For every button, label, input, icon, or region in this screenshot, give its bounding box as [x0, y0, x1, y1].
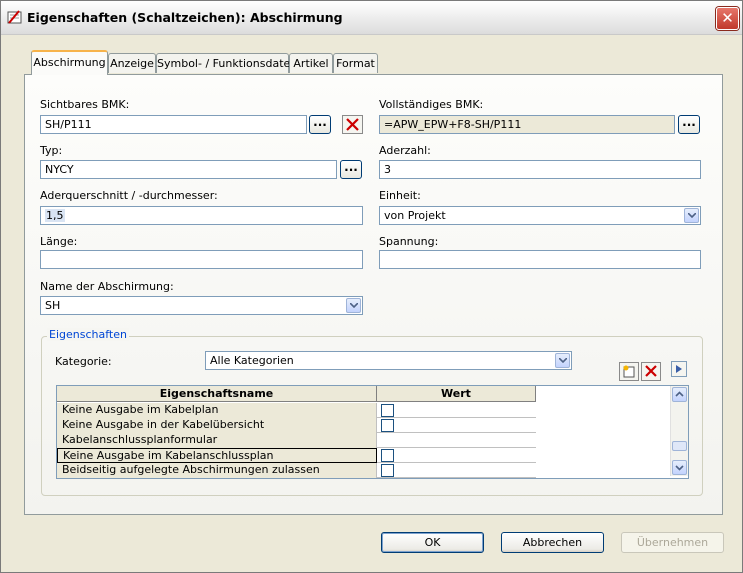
name-abschirmung-label: Name der Abschirmung: — [40, 280, 174, 293]
kategorie-value: Alle Kategorien — [210, 354, 294, 367]
chevron-down-icon[interactable] — [684, 208, 699, 223]
name-abschirmung-dropdown[interactable]: SH — [40, 296, 363, 315]
property-checkbox[interactable] — [381, 419, 394, 432]
laenge-label: Länge: — [40, 235, 78, 248]
window-title: Eigenschaften (Schaltzeichen): Abschirmu… — [27, 10, 343, 25]
aderzahl-label: Aderzahl: — [379, 144, 431, 157]
spannung-label: Spannung: — [379, 235, 439, 248]
delete-icon — [645, 365, 657, 377]
aderquerschnitt-value: 1,5 — [45, 209, 65, 222]
sichtbares-bmk-field[interactable]: SH/P111 — [40, 115, 307, 134]
laenge-field[interactable] — [40, 250, 363, 269]
vollstaendiges-bmk-label: Vollständiges BMK: — [379, 98, 484, 111]
scroll-up-button[interactable] — [672, 387, 687, 402]
table-row[interactable]: Beidseitig aufgelegte Abschirmungen zula… — [57, 463, 536, 478]
properties-app-icon — [7, 10, 22, 24]
ok-button[interactable]: OK — [381, 532, 484, 553]
property-name: Keine Ausgabe im Kabelplan — [57, 403, 377, 418]
chevron-down-icon[interactable] — [555, 353, 570, 368]
column-header-wert[interactable]: Wert — [377, 386, 536, 402]
scroll-down-button[interactable] — [672, 460, 687, 475]
title-bar[interactable]: Eigenschaften (Schaltzeichen): Abschirmu… — [1, 1, 742, 35]
delete-property-button[interactable] — [641, 362, 661, 381]
delete-bmk-button[interactable] — [342, 115, 363, 134]
property-name: Kabelanschlussplanformular — [57, 433, 377, 448]
eigenschaften-group-title: Eigenschaften — [47, 328, 129, 341]
properties-grid: Eigenschaftsname Wert Keine Ausgabe im K… — [56, 385, 689, 479]
typ-field[interactable]: NYCY — [40, 160, 337, 179]
cancel-button[interactable]: Abbrechen — [501, 532, 604, 553]
play-right-icon — [676, 365, 682, 373]
einheit-label: Einheit: — [379, 189, 421, 202]
chevron-down-icon[interactable] — [346, 298, 361, 313]
kategorie-dropdown[interactable]: Alle Kategorien — [205, 351, 572, 370]
property-name: Keine Ausgabe in der Kabelübersicht — [57, 418, 377, 433]
chevron-up-icon — [675, 391, 684, 397]
sichtbares-bmk-browse-button[interactable]: ... — [309, 115, 331, 134]
properties-dialog: Eigenschaften (Schaltzeichen): Abschirmu… — [0, 0, 743, 573]
scroll-thumb[interactable] — [672, 441, 687, 451]
property-checkbox[interactable] — [381, 464, 394, 477]
expand-button[interactable] — [671, 361, 687, 377]
table-row[interactable]: Kabelanschlussplanformular — [57, 433, 536, 448]
column-header-eigenschaftsname[interactable]: Eigenschaftsname — [57, 386, 377, 402]
property-checkbox[interactable] — [381, 449, 394, 462]
tab-format[interactable]: Format — [333, 53, 378, 73]
typ-label: Typ: — [40, 144, 63, 157]
delete-icon — [346, 118, 359, 131]
property-name: Beidseitig aufgelegte Abschirmungen zula… — [57, 463, 377, 478]
vollstaendiges-bmk-field: =APW_EPW+F8-SH/P111 — [379, 115, 675, 134]
table-row[interactable]: Keine Ausgabe im Kabelplan — [57, 403, 536, 418]
chevron-down-icon — [675, 465, 684, 471]
einheit-value: von Projekt — [384, 209, 446, 222]
typ-browse-button[interactable]: ... — [340, 160, 362, 179]
table-row[interactable]: Keine Ausgabe in der Kabelübersicht — [57, 418, 536, 433]
property-name: Keine Ausgabe im Kabelanschlussplan — [57, 448, 377, 463]
property-checkbox[interactable] — [381, 404, 394, 417]
vertical-scrollbar[interactable] — [670, 386, 688, 476]
tab-anzeige[interactable]: Anzeige — [108, 53, 156, 73]
tab-artikel[interactable]: Artikel — [289, 53, 333, 73]
tab-symbol-funktionsdaten[interactable]: Symbol- / Funktionsdaten — [156, 53, 297, 73]
close-button[interactable]: ✕ — [716, 7, 739, 30]
aderquerschnitt-label: Aderquerschnitt / -durchmesser: — [40, 189, 218, 202]
sichtbares-bmk-label: Sichtbares BMK: — [40, 98, 130, 111]
name-abschirmung-value: SH — [45, 299, 61, 312]
vollstaendiges-bmk-browse-button[interactable]: ... — [678, 115, 700, 134]
new-property-button[interactable] — [619, 362, 639, 381]
new-item-icon — [623, 365, 635, 378]
table-row[interactable]: Keine Ausgabe im Kabelanschlussplan — [57, 448, 536, 463]
spannung-field[interactable] — [379, 250, 701, 269]
aderzahl-field[interactable]: 3 — [379, 160, 701, 179]
tab-abschirmung[interactable]: Abschirmung — [31, 50, 108, 75]
apply-button[interactable]: Übernehmen — [621, 532, 724, 553]
kategorie-label: Kategorie: — [55, 355, 112, 368]
aderquerschnitt-field[interactable]: 1,5 — [40, 206, 363, 225]
einheit-dropdown[interactable]: von Projekt — [379, 206, 701, 225]
